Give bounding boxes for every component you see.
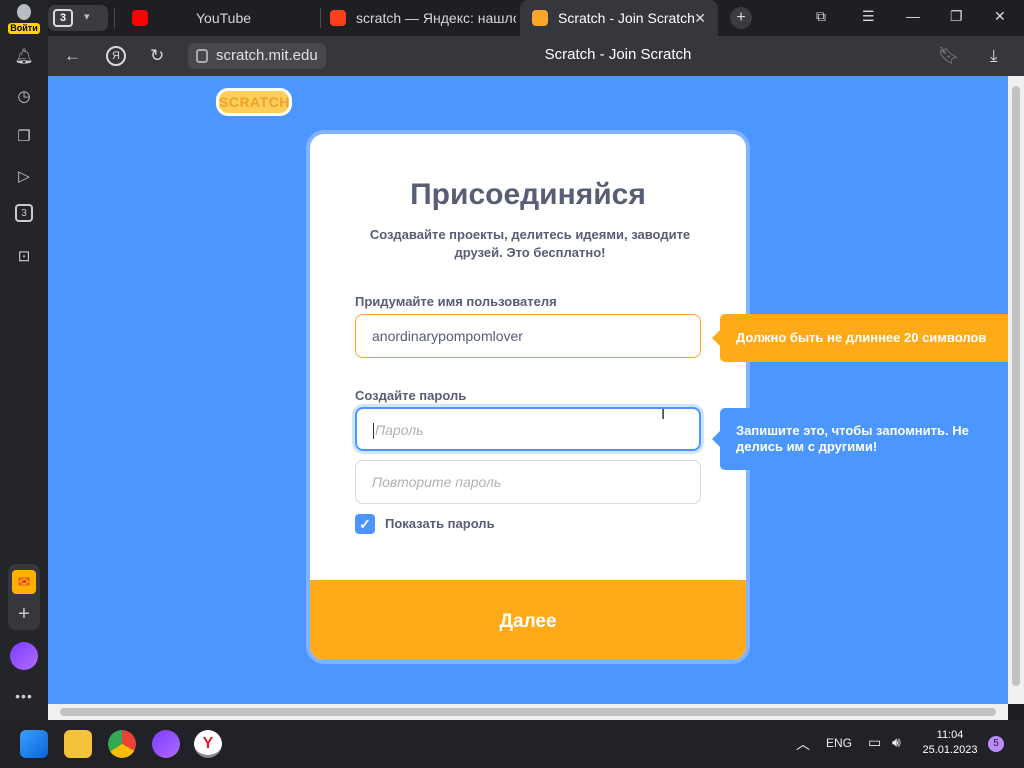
collections-icon[interactable]: ❐ bbox=[12, 124, 36, 148]
repeat-password-placeholder: Повторите пароль bbox=[372, 474, 502, 490]
windows-taskbar: Y ︿ ENG ▭ 🔊︎ 11:04 25.01.2023 5 bbox=[0, 720, 1024, 768]
tab-count: 3 bbox=[53, 9, 73, 27]
tab-bar: 3 ▾ YouTube scratch — Яндекс: нашло Scra… bbox=[48, 0, 1024, 36]
yandex-home-icon[interactable]: Я bbox=[106, 46, 126, 66]
youtube-icon bbox=[132, 10, 148, 26]
clock-date: 25.01.2023 bbox=[922, 744, 978, 756]
more-icon[interactable]: ••• bbox=[12, 684, 36, 708]
url-field[interactable]: scratch.mit.edu bbox=[188, 43, 326, 69]
repeat-password-input[interactable]: Повторите пароль bbox=[355, 460, 701, 504]
web-page: SCRATCH Присоединяйся Создавайте проекты… bbox=[48, 76, 1008, 704]
windows-start-icon[interactable] bbox=[20, 730, 48, 758]
lock-icon bbox=[196, 49, 208, 63]
password-placeholder: Пароль bbox=[375, 422, 424, 438]
tab-group-button[interactable]: 3 ▾ bbox=[48, 5, 108, 31]
scratch-favicon-icon bbox=[532, 10, 548, 26]
scratch-logo[interactable]: SCRATCH bbox=[216, 88, 292, 116]
file-explorer-icon[interactable] bbox=[64, 730, 92, 758]
sidebar-apps-panel: ✉ + bbox=[8, 564, 40, 630]
tab-label: scratch — Яндекс: нашло bbox=[356, 10, 516, 26]
clock-time: 11:04 bbox=[936, 729, 964, 741]
restore-icon[interactable]: ❐ bbox=[950, 8, 963, 25]
clock[interactable]: 11:04 25.01.2023 bbox=[918, 728, 982, 758]
username-tooltip: Должно быть не длиннее 20 символов bbox=[712, 314, 1008, 362]
vertical-scrollbar[interactable] bbox=[1008, 76, 1024, 704]
tab-label: YouTube bbox=[196, 10, 252, 26]
horizontal-scrollbar[interactable] bbox=[48, 704, 1008, 720]
text-cursor-icon: I bbox=[661, 406, 666, 423]
password-tooltip-text: Запишите это, чтобы запомнить. Не делись… bbox=[736, 423, 969, 454]
text-caret bbox=[373, 423, 374, 440]
join-heading: Присоединяйся bbox=[410, 178, 646, 211]
mail-icon[interactable]: ✉ bbox=[12, 570, 36, 594]
tab-label: Scratch - Join Scratch bbox=[558, 10, 695, 26]
play-icon[interactable]: ▷ bbox=[12, 164, 36, 188]
reload-icon[interactable]: ↻ bbox=[150, 46, 164, 66]
tabs-overview-icon[interactable]: ⧉ bbox=[816, 8, 826, 25]
yandex-icon bbox=[330, 10, 346, 26]
tab-separator bbox=[320, 8, 321, 28]
password-label: Создайте пароль bbox=[355, 388, 467, 403]
chevron-up-icon[interactable]: ︿ bbox=[796, 734, 810, 754]
tab-separator bbox=[114, 8, 115, 28]
menu-icon[interactable]: ☰ bbox=[862, 8, 875, 25]
bell-icon[interactable]: 🔔︎ bbox=[12, 44, 36, 68]
url-text: scratch.mit.edu bbox=[216, 47, 318, 64]
screenshot-icon[interactable]: ⊡ bbox=[12, 244, 36, 268]
address-bar: ← Я ↻ scratch.mit.edu Scratch - Join Scr… bbox=[48, 36, 1024, 76]
close-window-icon[interactable]: ✕ bbox=[994, 8, 1006, 25]
username-label: Придумайте имя пользователя bbox=[355, 294, 557, 309]
tab-youtube[interactable]: YouTube bbox=[132, 0, 322, 36]
browser-sidebar: Войти 🔔︎ ◷ ❐ ▷ 3 ⊡ ✉ + ••• bbox=[0, 0, 48, 720]
scrollbar-thumb[interactable] bbox=[1012, 86, 1020, 686]
profile-button[interactable]: Войти bbox=[8, 4, 40, 34]
minimize-icon[interactable]: — bbox=[906, 8, 920, 24]
notification-badge[interactable]: 5 bbox=[988, 736, 1004, 752]
next-button[interactable]: Далее bbox=[310, 580, 746, 660]
alice-icon[interactable] bbox=[152, 730, 180, 758]
join-subtitle: Создавайте проекты, делитесь идеями, зав… bbox=[369, 227, 691, 260]
alice-icon[interactable] bbox=[10, 642, 38, 670]
scrollbar-thumb[interactable] bbox=[60, 708, 996, 716]
show-password-checkbox[interactable]: ✓ bbox=[355, 514, 375, 534]
chrome-icon[interactable] bbox=[108, 730, 136, 758]
history-icon[interactable]: ◷ bbox=[12, 84, 36, 108]
username-value: anordinarypompomlover bbox=[372, 328, 523, 344]
chevron-down-icon: ▾ bbox=[84, 11, 90, 23]
volume-icon[interactable]: 🔊︎ bbox=[892, 734, 901, 751]
sidebar-tab-count-badge[interactable]: 3 bbox=[15, 204, 33, 222]
tab-yandex-search[interactable]: scratch — Яндекс: нашло bbox=[330, 0, 516, 36]
close-tab-icon[interactable]: ✕ bbox=[694, 10, 706, 27]
download-icon[interactable]: ⤓ bbox=[990, 46, 998, 66]
tab-scratch-join[interactable]: Scratch - Join Scratch ✕ bbox=[520, 0, 718, 36]
language-indicator[interactable]: ENG bbox=[826, 736, 852, 750]
password-input[interactable]: Пароль bbox=[355, 407, 701, 451]
password-tooltip: Запишите это, чтобы запомнить. Не делись… bbox=[712, 408, 1008, 470]
new-tab-button[interactable]: + bbox=[730, 7, 752, 29]
back-icon[interactable]: ← bbox=[64, 46, 81, 66]
profile-login-label: Войти bbox=[8, 23, 40, 34]
add-icon[interactable]: + bbox=[12, 602, 36, 626]
join-card: Присоединяйся Создавайте проекты, делите… bbox=[306, 130, 750, 664]
profile-avatar-icon bbox=[17, 4, 31, 20]
yandex-browser-icon[interactable]: Y bbox=[194, 730, 222, 758]
page-title: Scratch - Join Scratch bbox=[544, 46, 692, 63]
screen: Войти 🔔︎ ◷ ❐ ▷ 3 ⊡ ✉ + ••• 3 ▾ YouTube s… bbox=[0, 0, 1024, 768]
network-icon[interactable]: ▭ bbox=[868, 734, 881, 751]
bookmark-icon[interactable]: 🔖︎ bbox=[938, 46, 960, 66]
show-password-label[interactable]: Показать пароль bbox=[385, 516, 495, 531]
username-input[interactable]: anordinarypompomlover bbox=[355, 314, 701, 358]
